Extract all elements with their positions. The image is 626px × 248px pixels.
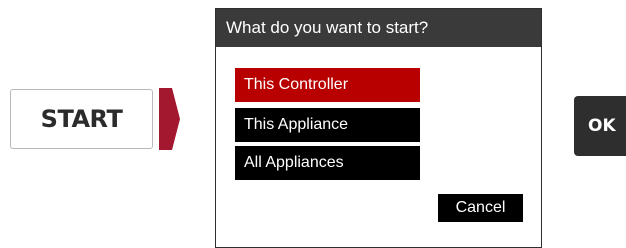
option-this-controller[interactable]: This Controller xyxy=(235,68,420,102)
ok-button[interactable]: OK xyxy=(574,96,626,156)
cancel-button[interactable]: Cancel xyxy=(438,194,523,222)
option-label: All Appliances xyxy=(244,154,344,171)
option-label: This Appliance xyxy=(244,116,349,133)
dialog-title: What do you want to start? xyxy=(216,9,541,47)
start-dialog: What do you want to start? This Controll… xyxy=(215,8,542,248)
option-this-appliance[interactable]: This Appliance xyxy=(235,108,420,142)
option-all-appliances[interactable]: All Appliances xyxy=(235,146,420,180)
start-button[interactable]: START xyxy=(10,89,153,149)
option-label: This Controller xyxy=(244,76,349,93)
start-arrow-icon xyxy=(159,88,180,150)
